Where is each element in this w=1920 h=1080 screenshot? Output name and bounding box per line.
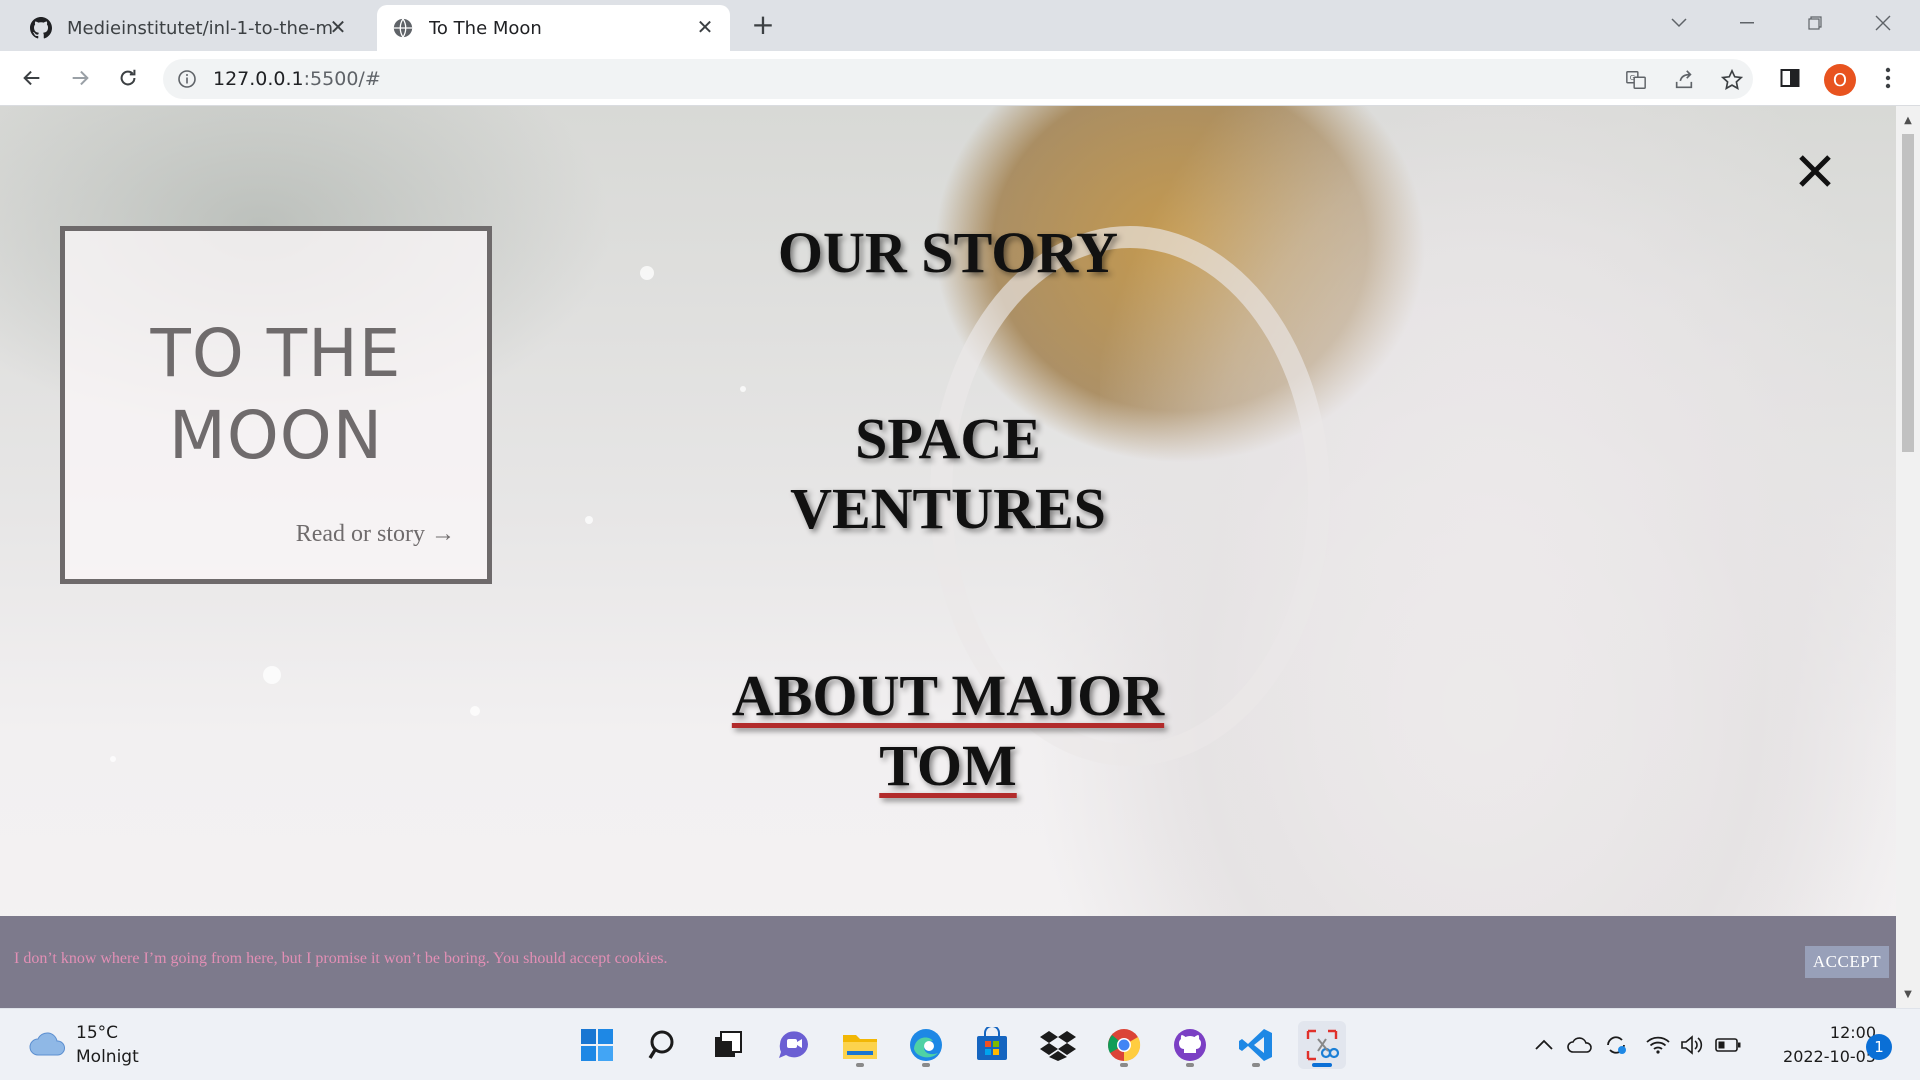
menu-item-about-major-tom[interactable]: ABOUT MAJOR TOM (700, 661, 1196, 801)
search-icon[interactable] (640, 1021, 688, 1069)
back-icon[interactable] (14, 60, 50, 96)
tab-title: Medieinstitutet/inl-1-to-the-moon (67, 17, 332, 39)
tab-to-the-moon[interactable]: To The Moon ✕ (377, 5, 730, 51)
battery-icon[interactable] (1714, 1031, 1742, 1059)
side-panel-icon[interactable] (1774, 62, 1806, 94)
github-icon (29, 16, 53, 40)
clock-time[interactable]: 12:00 (1790, 1023, 1876, 1042)
globe-icon (391, 16, 415, 40)
svg-text:G: G (1630, 73, 1636, 82)
bookmark-star-icon[interactable] (1719, 67, 1745, 93)
show-hidden-icons-chevron-icon[interactable] (1530, 1031, 1558, 1059)
dropbox-icon[interactable] (1034, 1021, 1082, 1069)
microsoft-store-icon[interactable] (968, 1021, 1016, 1069)
close-tab-icon[interactable]: ✕ (327, 16, 349, 38)
volume-icon[interactable] (1678, 1031, 1706, 1059)
weather-description[interactable]: Molnigt (76, 1047, 139, 1067)
scroll-up-arrow-icon[interactable]: ▲ (1896, 110, 1920, 130)
close-window-button[interactable] (1854, 5, 1912, 41)
onedrive-cloud-icon[interactable] (1566, 1031, 1594, 1059)
snipping-tool-icon[interactable] (1298, 1021, 1346, 1069)
forward-icon[interactable] (62, 60, 98, 96)
scroll-down-arrow-icon[interactable]: ▼ (1896, 984, 1920, 1004)
chrome-icon[interactable] (1100, 1021, 1148, 1069)
new-tab-button[interactable]: + (748, 10, 778, 40)
tab-search-icon[interactable] (1650, 5, 1708, 41)
accept-cookies-button[interactable]: ACCEPT (1805, 946, 1889, 978)
share-icon[interactable] (1671, 67, 1697, 93)
close-menu-icon[interactable] (1790, 146, 1840, 196)
menu-item-our-story[interactable]: OUR STORY (700, 218, 1196, 288)
page-viewport: TO THE MOON Read or story → OUR STORY SP… (0, 106, 1896, 1008)
scroll-thumb[interactable] (1902, 134, 1914, 452)
wifi-icon[interactable] (1644, 1031, 1672, 1059)
task-view-icon[interactable] (704, 1021, 752, 1069)
vscode-icon[interactable] (1232, 1021, 1280, 1069)
logo-title: TO THE MOON (150, 315, 402, 474)
sync-icon[interactable] (1602, 1031, 1630, 1059)
profile-avatar[interactable]: O (1824, 64, 1856, 96)
clock-date[interactable]: 2022-10-05 (1760, 1047, 1876, 1066)
browser-tab-bar: Medieinstitutet/inl-1-to-the-moon ✕ To T… (0, 0, 1920, 51)
menu-item-space-ventures[interactable]: SPACE VENTURES (700, 404, 1196, 544)
github-desktop-icon[interactable] (1166, 1021, 1214, 1069)
edge-icon[interactable] (902, 1021, 950, 1069)
translate-icon[interactable]: G (1623, 67, 1649, 93)
read-story-link[interactable]: Read or story → (296, 521, 455, 548)
page-scrollbar[interactable]: ▲ ▼ (1896, 106, 1920, 1008)
teams-chat-icon[interactable] (770, 1021, 818, 1069)
windows-start-icon[interactable] (573, 1021, 621, 1069)
cloud-icon[interactable] (28, 1029, 68, 1059)
file-explorer-icon[interactable] (836, 1021, 884, 1069)
tab-title: To The Moon (429, 17, 542, 39)
url-text: 127.0.0.1:5500/# (213, 68, 381, 90)
site-info-icon[interactable] (177, 69, 197, 89)
tab-github[interactable]: Medieinstitutet/inl-1-to-the-moon ✕ (13, 5, 363, 51)
menu-kebab-icon[interactable] (1872, 62, 1904, 94)
address-bar[interactable]: 127.0.0.1:5500/# G (163, 59, 1753, 99)
weather-temperature[interactable]: 15°C (76, 1023, 118, 1043)
logo-card: TO THE MOON Read or story → (60, 226, 492, 584)
cookie-message: I don’t know where I’m going from here, … (14, 950, 668, 967)
reload-icon[interactable] (110, 60, 146, 96)
restore-button[interactable] (1786, 5, 1844, 41)
minimize-button[interactable] (1718, 5, 1776, 41)
browser-toolbar: 127.0.0.1:5500/# G O (0, 51, 1920, 106)
notification-badge[interactable]: 1 (1866, 1034, 1892, 1060)
close-tab-icon[interactable]: ✕ (694, 16, 716, 38)
cookie-banner: I don’t know where I’m going from here, … (0, 916, 1896, 1008)
windows-taskbar: 15°C Molnigt 12:00 2022-10-05 1 (0, 1008, 1920, 1080)
